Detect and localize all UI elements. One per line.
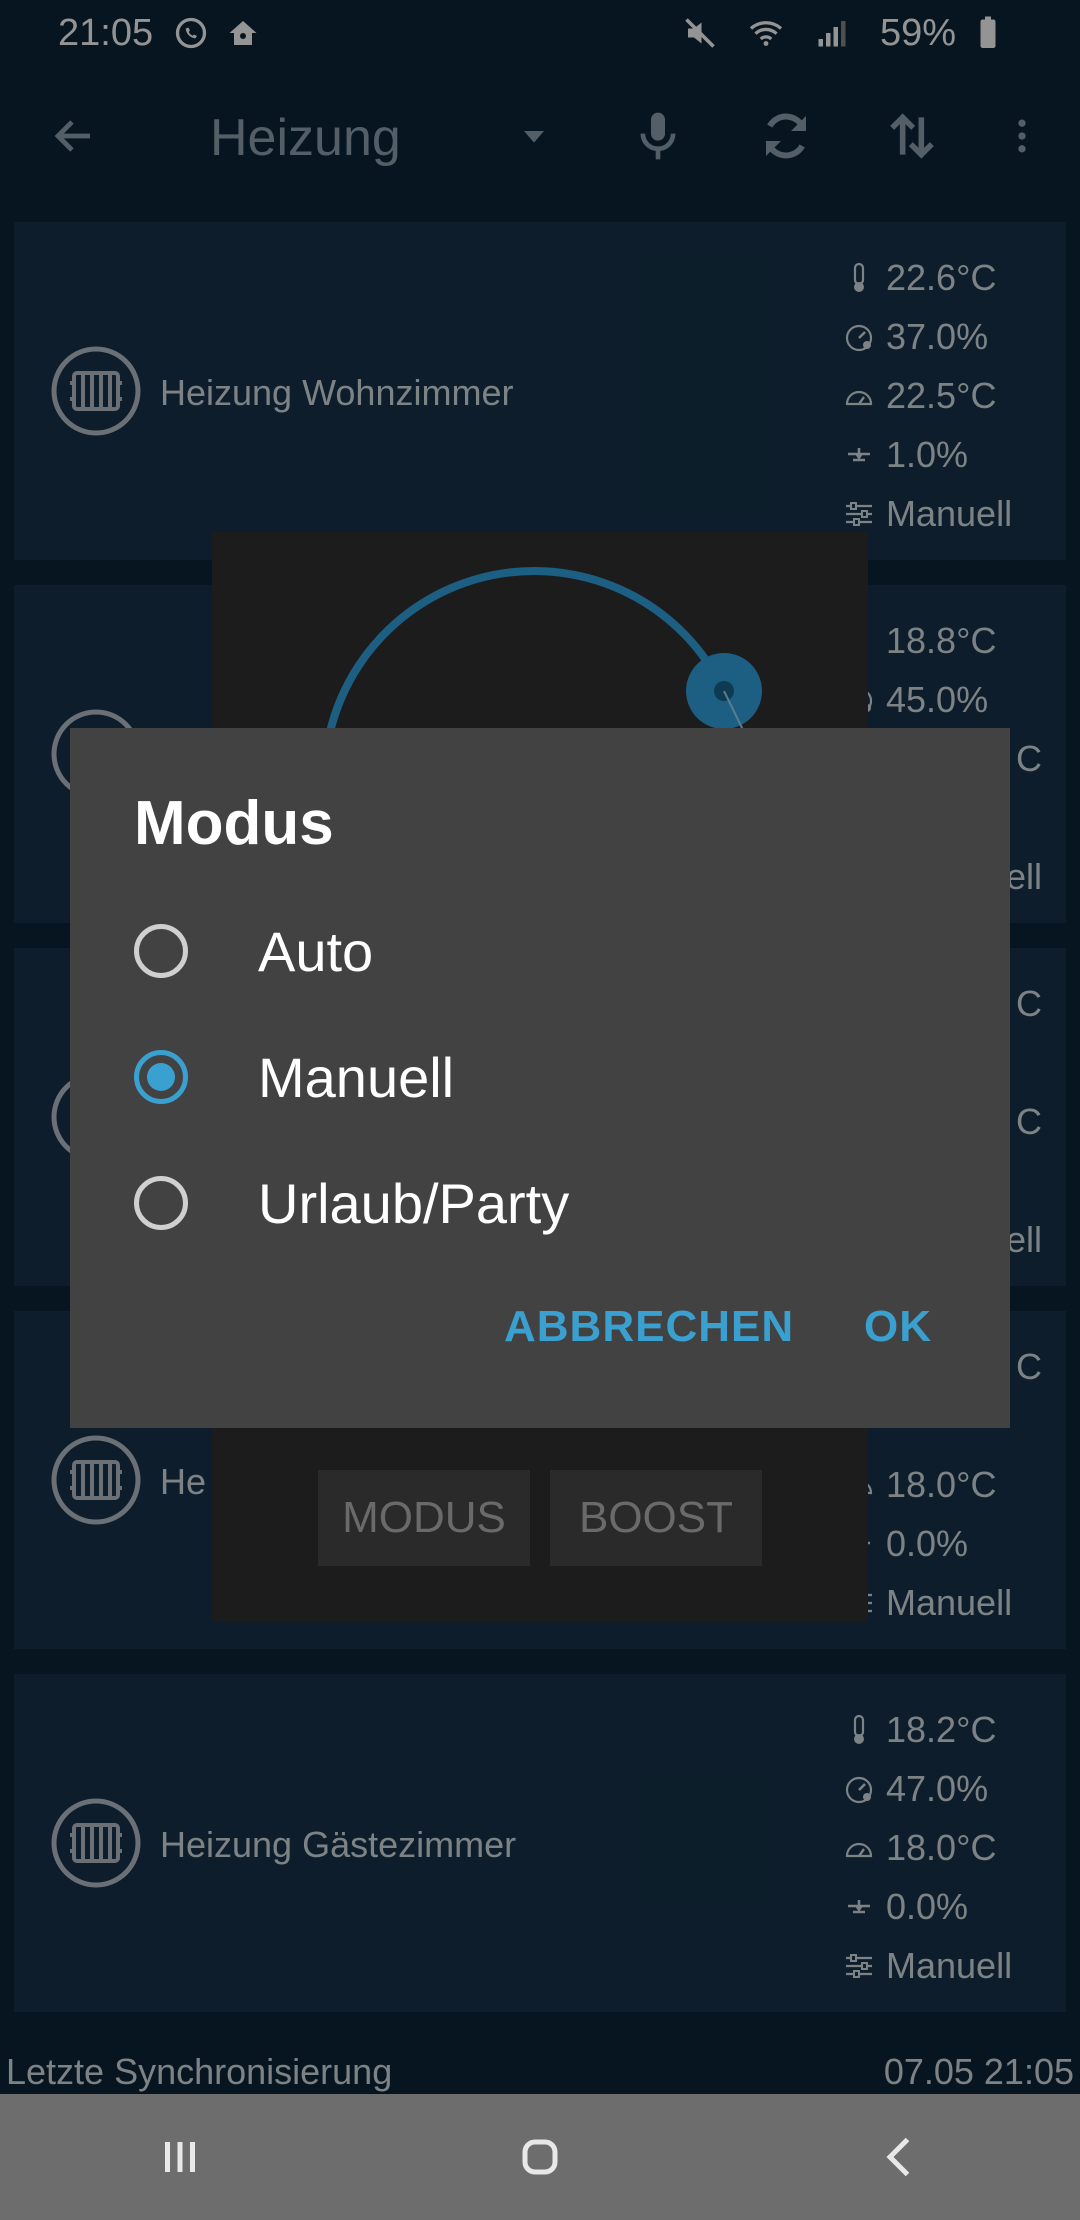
mode-dialog: Modus Auto Manuell Urlaub/Party ABBRECHE… (70, 728, 1010, 1428)
dialog-title: Modus (134, 789, 334, 858)
radio-unchecked-icon[interactable] (134, 924, 188, 978)
ok-button[interactable]: OK (864, 1302, 932, 1352)
boost-button[interactable]: BOOST (550, 1470, 762, 1566)
radio-unchecked-icon[interactable] (134, 1176, 188, 1230)
back-nav-icon[interactable] (870, 2127, 930, 2187)
option-label: Manuell (258, 1045, 455, 1109)
radio-dot (147, 1063, 175, 1091)
option-auto[interactable]: Auto (134, 896, 954, 1006)
system-nav-bar (0, 2094, 1080, 2220)
option-label: Urlaub/Party (258, 1171, 570, 1235)
recents-icon[interactable] (150, 2127, 210, 2187)
cancel-button[interactable]: ABBRECHEN (504, 1302, 794, 1352)
mode-button[interactable]: MODUS (318, 1470, 530, 1566)
option-label: Auto (258, 919, 374, 983)
radio-checked-icon[interactable] (134, 1050, 188, 1104)
option-manuell[interactable]: Manuell (134, 1022, 954, 1132)
option-urlaub-party[interactable]: Urlaub/Party (134, 1148, 954, 1258)
home-nav-icon[interactable] (510, 2127, 570, 2187)
